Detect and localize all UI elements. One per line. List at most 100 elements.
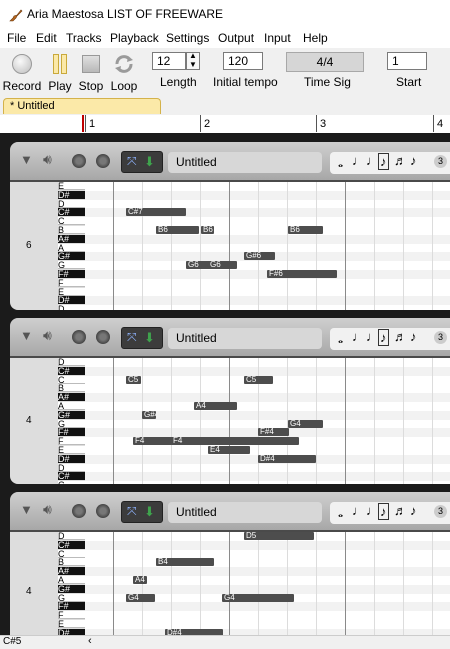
piano-key[interactable]: F xyxy=(58,437,85,446)
solo-button[interactable] xyxy=(96,504,110,518)
midi-note[interactable]: A4 xyxy=(194,402,237,410)
collapse-track-icon[interactable]: ▼ xyxy=(20,502,33,517)
record-button[interactable]: Record xyxy=(2,51,42,95)
piano-key[interactable]: C xyxy=(58,375,85,384)
mute-button[interactable] xyxy=(72,504,86,518)
piano-key[interactable]: B xyxy=(58,384,85,393)
piano-key[interactable]: F xyxy=(58,611,85,620)
collapse-track-icon[interactable]: ▼ xyxy=(20,152,33,167)
volume-icon[interactable]: 🔊︎ xyxy=(43,151,52,168)
start-input[interactable]: 1 xyxy=(387,52,427,70)
midi-note[interactable]: D5 xyxy=(244,532,314,540)
midi-note[interactable]: G4 xyxy=(222,594,294,602)
track-name-field[interactable]: Untitled xyxy=(168,152,322,173)
loop-button[interactable]: Loop xyxy=(108,51,140,95)
midi-note[interactable]: F4 xyxy=(171,437,299,445)
eighth-note-icon[interactable]: ♪ xyxy=(378,503,389,520)
mute-button[interactable] xyxy=(72,154,86,168)
menu-output[interactable]: Output xyxy=(218,31,254,45)
sixteenth-note-icon[interactable]: ♬ xyxy=(394,329,407,344)
piano-key[interactable]: G# xyxy=(58,584,85,593)
piano-key[interactable]: D# xyxy=(58,296,85,305)
piano-key[interactable]: C xyxy=(58,549,85,558)
thirty-second-note-icon[interactable]: ♪ xyxy=(410,329,417,344)
time-signature-button[interactable]: 4/4 xyxy=(286,52,364,72)
thirty-second-note-icon[interactable]: ♪ xyxy=(410,153,417,168)
triplet-icon[interactable]: 3 xyxy=(434,331,447,344)
eighth-note-icon[interactable]: ♪ xyxy=(378,153,389,170)
piano-key[interactable]: D# xyxy=(58,454,85,463)
midi-note[interactable]: F#6 xyxy=(267,270,337,278)
piano-key[interactable]: D xyxy=(58,305,85,310)
playhead-marker[interactable] xyxy=(82,115,84,132)
volume-icon[interactable]: 🔊︎ xyxy=(43,501,52,518)
piano-keyboard[interactable]: DC#CBA#AG#GF#FED#DC#C4 xyxy=(10,358,85,484)
piano-key[interactable]: G# xyxy=(58,252,85,261)
midi-note[interactable]: E4 xyxy=(208,446,250,454)
piano-key[interactable]: E xyxy=(58,287,85,296)
stepper-up-icon[interactable]: ▲ xyxy=(189,51,197,60)
stop-button[interactable]: Stop xyxy=(77,51,105,95)
tab-untitled[interactable]: * Untitled xyxy=(3,98,161,114)
solo-button[interactable] xyxy=(96,330,110,344)
menu-help[interactable]: Help xyxy=(303,31,328,45)
menu-edit[interactable]: Edit xyxy=(36,31,57,45)
piano-key[interactable]: C# xyxy=(58,540,85,549)
piano-key[interactable]: D xyxy=(58,463,85,472)
volume-icon[interactable]: 🔊︎ xyxy=(43,327,52,344)
piano-key[interactable]: G xyxy=(58,419,85,428)
piano-key[interactable]: C xyxy=(58,481,85,484)
half-note-icon[interactable]: ♩ xyxy=(352,153,365,168)
eighth-note-icon[interactable]: ♪ xyxy=(378,329,389,346)
menu-tracks[interactable]: Tracks xyxy=(66,31,102,45)
track-name-field[interactable]: Untitled xyxy=(168,328,322,349)
piano-key[interactable]: A# xyxy=(58,393,85,402)
instrument-button[interactable]: ⤧ ⬇ xyxy=(121,501,163,523)
piano-key[interactable]: E xyxy=(58,446,85,455)
piano-key[interactable]: G xyxy=(58,593,85,602)
piano-key[interactable]: D xyxy=(58,532,85,541)
midi-note[interactable]: G#6 xyxy=(244,252,275,260)
menu-input[interactable]: Input xyxy=(264,31,291,45)
midi-note[interactable]: C5 xyxy=(244,376,273,384)
note-duration-tools[interactable]: 𝅝 ♩ ♩ ♪ ♬ ♪ 3 xyxy=(330,152,450,174)
piano-key[interactable]: C# xyxy=(58,366,85,375)
piano-keyboard[interactable]: E D# D C# C B A# A G# G F# F E D# D 6 xyxy=(10,182,85,310)
midi-note[interactable]: G4 xyxy=(126,594,155,602)
piano-key[interactable]: E xyxy=(58,182,85,191)
midi-note[interactable]: D#4 xyxy=(258,455,316,463)
midi-note[interactable]: G4 xyxy=(288,420,323,428)
note-grid[interactable]: C#7 B6 B6 B6 G6 G6 G#6 F#6 xyxy=(85,182,450,310)
midi-note[interactable]: B4 xyxy=(156,558,214,566)
midi-note[interactable]: G6 xyxy=(208,261,237,269)
piano-key[interactable]: C# xyxy=(58,472,85,481)
piano-key[interactable]: C# xyxy=(58,208,85,217)
midi-note[interactable]: F#4 xyxy=(258,428,289,436)
midi-note[interactable]: C#7 xyxy=(126,208,186,216)
note-duration-tools[interactable]: 𝅝 ♩ ♩ ♪ ♬ ♪ 3 xyxy=(330,502,450,524)
half-note-icon[interactable]: ♩ xyxy=(352,329,365,344)
piano-key[interactable]: D# xyxy=(58,190,85,199)
piano-key[interactable]: F xyxy=(58,278,85,287)
sixteenth-note-icon[interactable]: ♬ xyxy=(394,503,407,518)
midi-note[interactable]: C5 xyxy=(126,376,141,384)
piano-key[interactable]: D xyxy=(58,199,85,208)
tempo-input[interactable]: 120 xyxy=(223,52,263,70)
instrument-button[interactable]: ⤧ ⬇ xyxy=(121,327,163,349)
menu-playback[interactable]: Playback xyxy=(110,31,159,45)
piano-key[interactable]: D xyxy=(58,358,85,367)
measure-ruler[interactable]: 1 2 3 4 xyxy=(0,115,450,134)
mute-button[interactable] xyxy=(72,330,86,344)
track-name-field[interactable]: Untitled xyxy=(168,502,322,523)
play-button[interactable]: Play xyxy=(45,51,75,95)
piano-key[interactable]: B xyxy=(58,558,85,567)
thirty-second-note-icon[interactable]: ♪ xyxy=(410,503,417,518)
menu-file[interactable]: File xyxy=(7,31,26,45)
midi-note[interactable]: G#4 xyxy=(142,411,156,419)
triplet-icon[interactable]: 3 xyxy=(434,505,447,518)
whole-note-icon[interactable]: 𝅝 xyxy=(338,331,343,347)
whole-note-icon[interactable]: 𝅝 xyxy=(338,505,343,521)
length-input[interactable]: 12 xyxy=(152,52,186,70)
sixteenth-note-icon[interactable]: ♬ xyxy=(394,153,407,168)
note-grid[interactable]: C5C5A4G#4G4F#4F4F4E4D#4 xyxy=(85,358,450,484)
